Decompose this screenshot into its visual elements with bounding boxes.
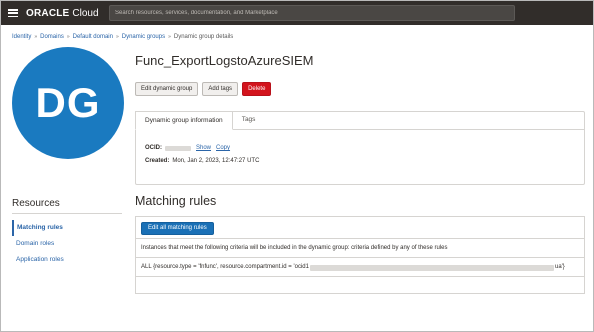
page-title: Func_ExportLogstoAzureSIEM — [135, 53, 314, 68]
matching-rule-row: ALL {resource.type = 'fnfunc', resource.… — [136, 259, 584, 277]
resource-link-domain-roles[interactable]: Domain roles — [12, 236, 124, 252]
created-value: Mon, Jan 2, 2023, 12:47:27 UTC — [172, 158, 260, 164]
app-frame: ORACLE Cloud Identity » Domains » Defaul… — [0, 0, 594, 332]
ocid-copy-link[interactable]: Copy — [216, 145, 230, 151]
breadcrumb-identity[interactable]: Identity — [12, 34, 31, 40]
hamburger-menu-icon[interactable] — [8, 9, 18, 17]
delete-button[interactable]: Delete — [242, 82, 272, 96]
breadcrumb-current: Dynamic group details — [173, 34, 234, 40]
oracle-cloud-logo[interactable]: ORACLE Cloud — [26, 8, 99, 19]
ocid-label: OCID: — [145, 145, 162, 151]
matching-rules-description: Instances that meet the following criter… — [136, 240, 584, 258]
ocid-row: OCID: Show Copy — [145, 145, 230, 151]
breadcrumb-separator-icon: » — [115, 34, 119, 40]
search-input[interactable] — [109, 5, 515, 21]
action-bar: Edit dynamic group Add tags Delete — [135, 82, 272, 96]
logo-brand: ORACLE — [26, 7, 70, 19]
rule-text-prefix: ALL {resource.type = 'fnfunc', resource.… — [141, 264, 309, 270]
edit-all-matching-rules-button[interactable]: Edit all matching rules — [141, 222, 214, 235]
logo-product: Cloud — [72, 7, 99, 19]
breadcrumb-default-domain[interactable]: Default domain — [73, 34, 113, 40]
resources-list: Matching rules Domain roles Application … — [12, 220, 124, 268]
avatar-initials: DG — [35, 79, 101, 126]
resource-avatar: DG — [12, 47, 124, 159]
tab-tags[interactable]: Tags — [233, 111, 265, 130]
breadcrumb-separator-icon: » — [66, 34, 70, 40]
add-tags-button[interactable]: Add tags — [202, 82, 239, 96]
rule-text-suffix: ua'} — [554, 264, 565, 270]
matching-rules-toolbar: Edit all matching rules — [136, 217, 584, 239]
resource-link-matching-rules[interactable]: Matching rules — [12, 220, 124, 236]
top-navigation-bar: ORACLE Cloud — [1, 1, 593, 25]
matching-rules-panel: Edit all matching rules Instances that m… — [135, 216, 585, 294]
breadcrumb-separator-icon: » — [168, 34, 171, 40]
breadcrumb-dynamic-groups[interactable]: Dynamic groups — [122, 34, 165, 40]
breadcrumb-separator-icon: » — [34, 34, 38, 40]
resources-heading: Resources — [12, 198, 60, 209]
created-row: Created: Mon, Jan 2, 2023, 12:47:27 UTC — [145, 158, 259, 164]
tab-dynamic-group-information[interactable]: Dynamic group information — [135, 111, 233, 130]
edit-dynamic-group-button[interactable]: Edit dynamic group — [135, 82, 199, 96]
ocid-redacted-value — [165, 145, 191, 151]
created-label: Created: — [145, 158, 170, 164]
rule-redacted-ocid — [309, 264, 554, 271]
matching-rules-heading: Matching rules — [135, 194, 217, 208]
details-tabs: Dynamic group information Tags — [135, 111, 264, 130]
resource-link-application-roles[interactable]: Application roles — [12, 252, 124, 268]
ocid-show-link[interactable]: Show — [196, 145, 211, 151]
resources-divider — [12, 213, 122, 214]
breadcrumb: Identity » Domains » Default domain » Dy… — [12, 34, 233, 40]
breadcrumb-domains[interactable]: Domains — [40, 34, 64, 40]
